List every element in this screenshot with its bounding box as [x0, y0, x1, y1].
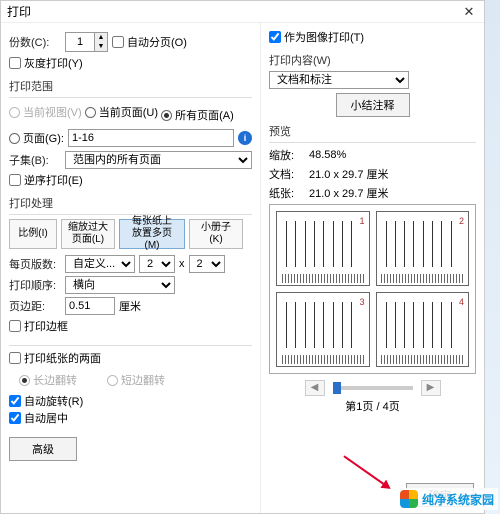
preview-page-3: 3 [276, 292, 370, 367]
margin-label: 页边距: [9, 298, 61, 314]
page-slider[interactable] [333, 386, 413, 390]
border-checkbox[interactable]: 打印边框 [9, 318, 68, 334]
order-label: 打印顺序: [9, 277, 61, 293]
copies-input[interactable] [66, 33, 94, 51]
zoom-value: 48.58% [309, 149, 346, 161]
prev-page-icon[interactable]: ◀ [305, 380, 325, 396]
as-image-checkbox[interactable]: 作为图像打印(T) [269, 29, 364, 45]
auto-center-checkbox[interactable]: 自动居中 [9, 410, 68, 426]
summarize-button[interactable]: 小结注释 [336, 93, 410, 117]
advanced-button[interactable]: 高级 [9, 437, 77, 461]
preview-area: 1 2 3 4 [269, 204, 476, 374]
duplex-checkbox[interactable]: 打印纸张的两面 [9, 350, 101, 366]
pages-x-select[interactable]: 2 [139, 255, 175, 273]
next-page-icon[interactable]: ▶ [421, 380, 441, 396]
tab-booklet[interactable]: 小册子(K) [189, 219, 243, 249]
doc-value: 21.0 x 29.7 厘米 [309, 166, 389, 182]
radio-current-view: 当前视图(V) [9, 104, 82, 120]
copies-label: 份数(C): [9, 34, 61, 50]
margin-input[interactable] [65, 297, 115, 315]
watermark-logo-icon [400, 490, 418, 508]
close-icon[interactable]: ✕ [460, 4, 478, 20]
radio-current-page[interactable]: 当前页面(U) [85, 104, 158, 120]
pager: ◀ ▶ [269, 380, 476, 396]
pages-per-label: 每页版数: [9, 256, 61, 272]
left-panel: 份数(C): ▲▼ 自动分页(O) 灰度打印(Y) 打印范围 当前视图(V) 当… [1, 23, 261, 513]
watermark-text: 纯净系统家园 [422, 491, 494, 508]
paper-value: 21.0 x 29.7 厘米 [309, 185, 389, 201]
content-label: 打印内容(W) [269, 52, 476, 68]
radio-pages[interactable]: 页面(G): [9, 130, 64, 146]
titlebar: 打印 ✕ [1, 1, 484, 23]
radio-short-edge: 短边翻转 [107, 372, 165, 388]
print-dialog: 打印 ✕ 份数(C): ▲▼ 自动分页(O) 灰度打印(Y) 打印范围 当前视图… [0, 0, 485, 514]
pages-per-select[interactable]: 自定义... [65, 255, 135, 273]
pages-y-select[interactable]: 2 [189, 255, 225, 273]
zoom-label: 缩放: [269, 147, 305, 163]
auto-paginate-checkbox[interactable]: 自动分页(O) [112, 34, 187, 50]
annotation-arrow-icon [343, 455, 389, 488]
pager-label: 第1页 / 4页 [269, 398, 476, 414]
order-select[interactable]: 横向 [65, 276, 175, 294]
pages-input[interactable] [68, 129, 234, 147]
tab-scale[interactable]: 比例(I) [9, 219, 57, 249]
content-select[interactable]: 文档和标注 [269, 71, 409, 89]
preview-page-1: 1 [276, 211, 370, 286]
auto-rotate-checkbox[interactable]: 自动旋转(R) [9, 393, 83, 409]
copies-up-icon[interactable]: ▲ [95, 33, 107, 42]
reverse-checkbox[interactable]: 逆序打印(E) [9, 172, 83, 188]
subset-select[interactable]: 范围内的所有页面 [65, 151, 252, 169]
tab-multiple[interactable]: 每张纸上 放置多页(M) [119, 219, 185, 249]
watermark: 纯净系统家园 [396, 488, 498, 510]
preview-page-4: 4 [376, 292, 470, 367]
tab-fit-large[interactable]: 缩放过大 页面(L) [61, 219, 115, 249]
info-icon[interactable]: i [238, 131, 252, 145]
handling-title: 打印处理 [9, 195, 252, 211]
copies-stepper[interactable]: ▲▼ [65, 32, 108, 52]
preview-page-2: 2 [376, 211, 470, 286]
preview-title: 预览 [269, 123, 476, 139]
grayscale-checkbox[interactable]: 灰度打印(Y) [9, 55, 83, 71]
range-title: 打印范围 [9, 78, 252, 94]
window-title: 打印 [7, 3, 460, 20]
doc-label: 文档: [269, 166, 305, 182]
right-panel: 作为图像打印(T) 打印内容(W) 文档和标注 小结注释 预览 缩放: 48.58… [261, 23, 484, 513]
radio-long-edge: 长边翻转 [19, 372, 77, 388]
radio-all-pages[interactable]: 所有页面(A) [161, 107, 234, 123]
subset-label: 子集(B): [9, 152, 61, 168]
paper-label: 纸张: [269, 185, 305, 201]
copies-down-icon[interactable]: ▼ [95, 42, 107, 51]
